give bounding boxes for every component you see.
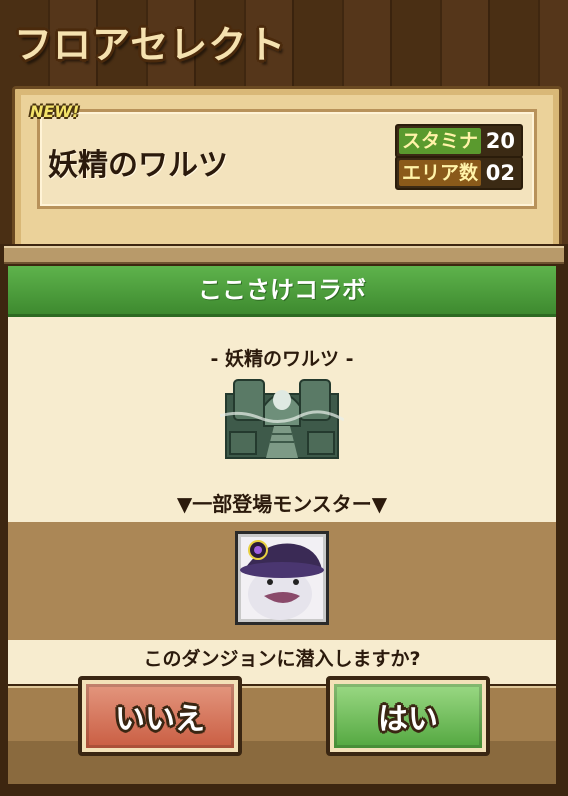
dialog-panel: ここさけコラボ - 妖精のワルツ - ▼一部登場モンスター▼ このダンジョンに潜… — [8, 266, 556, 684]
dialog-title: ここさけコラボ — [8, 266, 556, 317]
dungeon-confirm-dialog: ここさけコラボ - 妖精のワルツ - ▼一部登場モンスター▼ このダンジョンに潜… — [0, 244, 568, 796]
dungeon-ruins-image — [220, 379, 344, 459]
stamina-label: スタミナ — [399, 128, 482, 154]
new-badge: NEW! — [30, 102, 80, 121]
confirm-question: このダンジョンに潜入しますか? — [143, 648, 421, 670]
area-count-value: 02 — [485, 161, 515, 185]
dungeon-name: - 妖精のワルツ - — [210, 348, 354, 370]
floor-name: 妖精のワルツ — [48, 148, 228, 183]
no-button[interactable]: いいえ — [78, 676, 242, 756]
monsters-heading: ▼一部登場モンスター▼ — [176, 492, 388, 516]
dialog-frame-top — [4, 246, 564, 264]
area-count-stat: エリア数 02 — [395, 156, 523, 190]
monster-icon[interactable] — [234, 530, 330, 626]
stamina-stat: スタミナ 20 — [395, 124, 523, 158]
area-count-label: エリア数 — [399, 160, 482, 186]
stamina-value: 20 — [485, 129, 515, 153]
page-title: フロアセレクト — [14, 23, 287, 67]
yes-button[interactable]: はい — [326, 676, 490, 756]
